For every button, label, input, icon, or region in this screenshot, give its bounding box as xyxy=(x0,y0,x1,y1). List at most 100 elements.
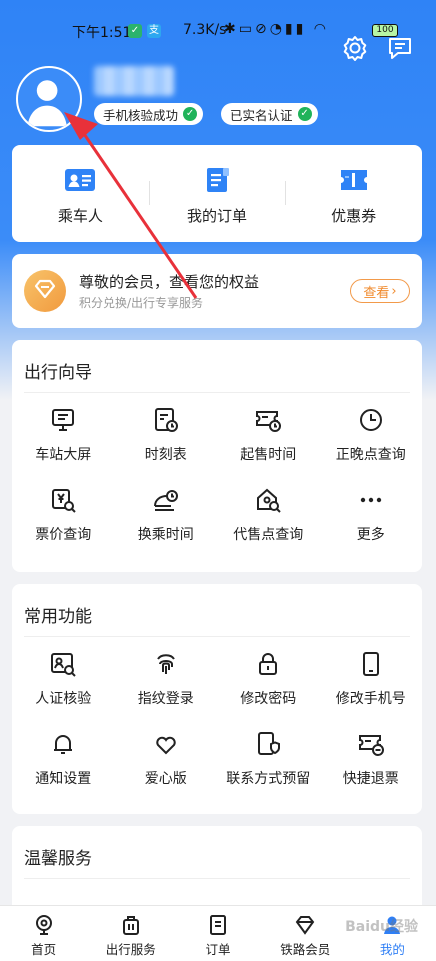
quick-actions-card: 乘车人 我的订单 优惠券 xyxy=(12,145,422,242)
realname-verified-label: 已实名认证 xyxy=(230,107,293,123)
nav-label-travel-service: 出行服务 xyxy=(105,942,156,957)
quick-label-coupons: 优惠券 xyxy=(331,207,377,225)
func-label: 通知设置 xyxy=(35,771,92,787)
guide-label: 更多 xyxy=(356,527,385,543)
phone-verified-badge: 手机核验成功 ✓ xyxy=(94,103,204,125)
warm-service-section: 温馨服务 xyxy=(12,826,422,916)
sale-time-icon xyxy=(256,411,282,432)
guide-item-agency-query[interactable]: 代售点查询 xyxy=(217,486,320,544)
divider xyxy=(24,636,410,637)
member-title: 尊敬的会员，查看您的权益 xyxy=(79,273,260,291)
guide-item-fare-query[interactable]: 票价查询 xyxy=(12,486,115,544)
station-screen-icon xyxy=(52,409,75,431)
travel-guide-section: 出行向导 车站大屏 时刻表 起售时间 正晚点查询 票价查询 换乘时间 代售点查询… xyxy=(12,340,422,572)
func-label: 人证核验 xyxy=(35,691,92,707)
guide-label: 代售点查询 xyxy=(233,527,304,543)
func-item-care-mode[interactable]: 爱心版 xyxy=(115,730,218,788)
status-time: 下午1:51 xyxy=(72,25,132,41)
nav-label-orders: 订单 xyxy=(205,942,231,957)
avatar[interactable] xyxy=(16,66,82,132)
check-icon: ✓ xyxy=(183,107,198,121)
guide-label: 起售时间 xyxy=(240,447,297,463)
common-functions-section: 常用功能 人证核验 指纹登录 修改密码 修改手机号 通知设置 爱心版 联系方式预… xyxy=(12,584,422,814)
func-item-id-verify[interactable]: 人证核验 xyxy=(12,650,115,708)
fare-search-icon xyxy=(52,489,76,513)
nav-item-travel-service[interactable]: 出行服务 xyxy=(87,906,174,961)
check-icon: ✓ xyxy=(297,107,312,121)
diamond-icon xyxy=(34,279,56,299)
member-diamond-badge xyxy=(24,270,66,312)
member-subtitle: 积分兑换/出行专享服务 xyxy=(79,296,204,310)
clock-icon xyxy=(359,409,382,431)
func-item-notification[interactable]: 通知设置 xyxy=(12,730,115,788)
gear-icon[interactable] xyxy=(341,34,369,62)
func-label: 联系方式预留 xyxy=(226,771,311,787)
divider xyxy=(24,392,410,393)
func-item-fingerprint[interactable]: 指纹登录 xyxy=(115,650,218,708)
watermark: Baidu经验 xyxy=(345,919,418,935)
nav-item-orders[interactable]: 订单 xyxy=(174,906,261,961)
user-silhouette-icon xyxy=(27,80,67,127)
phone-verified-label: 手机核验成功 xyxy=(103,107,179,123)
agency-search-icon xyxy=(257,488,281,513)
guide-item-timetable[interactable]: 时刻表 xyxy=(115,406,218,464)
network-speed: 7.3K/s xyxy=(183,22,227,38)
guide-label: 时刻表 xyxy=(144,447,187,463)
fingerprint-icon xyxy=(154,654,175,674)
section-title-warm-service: 温馨服务 xyxy=(24,849,92,869)
guide-item-station-screen[interactable]: 车站大屏 xyxy=(12,406,115,464)
status-bar: 下午1:51 ✓ 支 7.3K/s ✱▭⊘◔▮▮ ◠ 100 xyxy=(0,20,436,46)
order-icon xyxy=(210,915,226,935)
message-icon[interactable] xyxy=(386,34,414,62)
shield-status-icon: ✓ xyxy=(128,24,142,38)
quick-item-coupons[interactable]: 优惠券 xyxy=(285,145,422,242)
section-title-common-functions: 常用功能 xyxy=(24,607,92,627)
func-item-change-phone[interactable]: 修改手机号 xyxy=(320,650,423,708)
order-doc-icon xyxy=(207,168,229,192)
guide-item-delay-query[interactable]: 正晚点查询 xyxy=(320,406,423,464)
nav-label-home: 首页 xyxy=(31,942,57,957)
id-verify-icon xyxy=(51,653,76,677)
nav-label-railway-member: 铁路会员 xyxy=(280,942,331,957)
view-benefits-label: 查看 xyxy=(363,285,390,301)
quick-label-orders: 我的订单 xyxy=(187,207,248,225)
func-label: 指纹登录 xyxy=(137,691,194,707)
coupon-icon xyxy=(340,170,367,190)
pay-status-icon: 支 xyxy=(147,24,161,38)
chevron-right-icon: › xyxy=(391,283,397,299)
diamond-icon xyxy=(295,916,315,935)
lock-icon xyxy=(259,653,278,675)
section-title-travel-guide: 出行向导 xyxy=(24,363,92,383)
guide-item-sale-time[interactable]: 起售时间 xyxy=(217,406,320,464)
passenger-card-icon xyxy=(65,169,96,191)
quick-label-passenger: 乘车人 xyxy=(57,207,103,225)
phone-icon xyxy=(362,652,379,676)
func-item-change-password[interactable]: 修改密码 xyxy=(217,650,320,708)
luggage-icon xyxy=(122,916,139,935)
realname-verified-badge: 已实名认证 ✓ xyxy=(221,103,318,125)
quick-item-orders[interactable]: 我的订单 xyxy=(148,145,286,242)
common-functions-grid: 人证核验 指纹登录 修改密码 修改手机号 通知设置 爱心版 联系方式预留 快捷退… xyxy=(12,650,422,788)
func-item-quick-refund[interactable]: 快捷退票 xyxy=(320,730,423,788)
guide-label: 正晚点查询 xyxy=(335,447,406,463)
heart-icon xyxy=(156,736,176,755)
contact-shield-icon xyxy=(258,732,281,755)
guide-label: 换乘时间 xyxy=(137,527,194,543)
home-icon xyxy=(35,915,52,935)
func-item-contact-reserve[interactable]: 联系方式预留 xyxy=(217,730,320,788)
member-benefits-card[interactable]: 尊敬的会员，查看您的权益 积分兑换/出行专享服务 查看 › xyxy=(12,254,422,328)
travel-guide-grid: 车站大屏 时刻表 起售时间 正晚点查询 票价查询 换乘时间 代售点查询 更多 xyxy=(12,406,422,544)
guide-label: 车站大屏 xyxy=(35,447,92,463)
guide-item-more[interactable]: 更多 xyxy=(320,486,423,544)
nav-item-home[interactable]: 首页 xyxy=(0,906,87,961)
bell-icon xyxy=(54,735,73,754)
guide-item-transfer-time[interactable]: 换乘时间 xyxy=(115,486,218,544)
nav-item-railway-member[interactable]: 铁路会员 xyxy=(262,906,349,961)
view-benefits-button[interactable]: 查看 › xyxy=(350,279,410,303)
divider xyxy=(24,878,410,879)
quick-item-passenger[interactable]: 乘车人 xyxy=(12,145,149,242)
transfer-time-icon xyxy=(153,490,178,511)
guide-label: 票价查询 xyxy=(35,527,92,543)
refund-ticket-icon xyxy=(358,735,384,756)
func-label: 爱心版 xyxy=(144,771,187,787)
